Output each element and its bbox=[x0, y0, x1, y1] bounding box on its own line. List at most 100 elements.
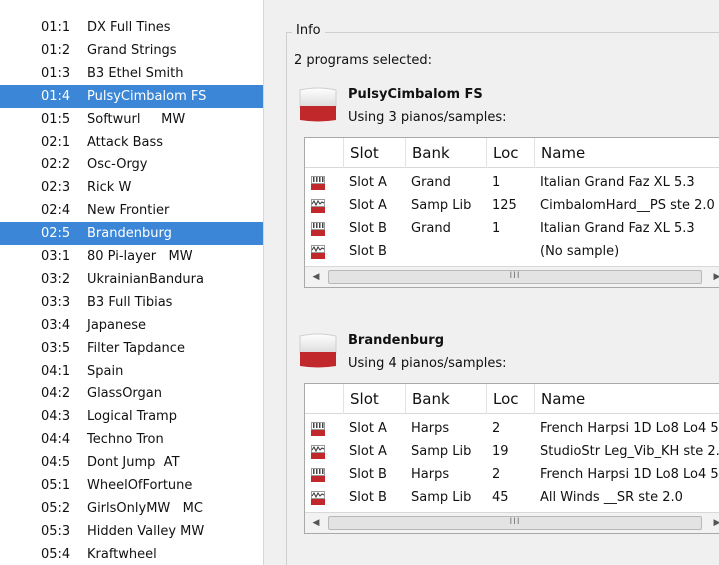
scroll-thumb[interactable]: III bbox=[328, 270, 702, 284]
program-name: Japanese bbox=[87, 317, 147, 333]
table-row[interactable]: Slot B Harps 2 French Harpsi 1D Lo8 Lo4 5.0 bbox=[305, 463, 719, 486]
horizontal-scrollbar[interactable]: ◀III ▶ bbox=[305, 266, 719, 287]
program-list-item[interactable]: 01:5 Softwurl MW bbox=[0, 108, 263, 131]
program-list-item[interactable]: 03:2 UkrainianBandura bbox=[0, 268, 263, 291]
cell-slot: Slot B bbox=[349, 244, 387, 259]
program-list-item[interactable]: 01:2 Grand Strings bbox=[0, 39, 263, 62]
program-list-item[interactable]: 04:2 GlassOrgan bbox=[0, 382, 263, 405]
table-row[interactable]: Slot A Samp Lib 19 StudioStr Leg_Vib_KH ste… bbox=[305, 440, 719, 463]
column-header-name[interactable]: Name bbox=[534, 138, 719, 168]
program-name: Filter Tapdance bbox=[87, 340, 185, 356]
scroll-thumb[interactable]: III bbox=[328, 516, 702, 530]
table-row[interactable]: Slot A Harps 2 French Harpsi 1D Lo8 Lo4 5.0 bbox=[305, 417, 719, 440]
cell-loc: 125 bbox=[492, 198, 517, 213]
panel-splitter[interactable] bbox=[263, 0, 273, 565]
program-name: Techno Tron bbox=[87, 432, 164, 448]
program-list-item[interactable]: 05:2 GirlsOnlyMW MC bbox=[0, 497, 263, 520]
program-number: 02:5 bbox=[41, 226, 71, 242]
column-header-bank[interactable]: Bank bbox=[405, 138, 486, 168]
program-number: 05:2 bbox=[41, 500, 71, 516]
program-list-item[interactable]: 02:1 Attack Bass bbox=[0, 131, 263, 154]
program-number: 01:3 bbox=[41, 65, 71, 81]
program-list-item[interactable]: 04:4 Techno Tron bbox=[0, 428, 263, 451]
selected-summary: 2 programs selected: bbox=[294, 53, 433, 68]
cell-slot: Slot A bbox=[349, 421, 387, 436]
program-name: Dont Jump AT bbox=[87, 455, 180, 471]
scroll-right-icon[interactable]: ▶ bbox=[708, 513, 719, 533]
piano-icon bbox=[311, 467, 325, 482]
program-number: 05:3 bbox=[41, 523, 71, 539]
table-row[interactable]: Slot A Samp Lib 125 CimbalomHard__PS ste 2.… bbox=[305, 194, 719, 217]
program-list-item[interactable]: 05:4 Kraftwheel bbox=[0, 543, 263, 565]
program-number: 03:2 bbox=[41, 271, 71, 287]
program-info-block: PulsyCimbalom FS Using 3 pianos/samples: S… bbox=[297, 87, 719, 307]
cell-bank: Grand bbox=[411, 221, 451, 236]
program-list[interactable]: 01:1 DX Full Tines 01:2 Grand Strings 01:3 B3… bbox=[0, 0, 263, 565]
program-name: DX Full Tines bbox=[87, 20, 171, 35]
cell-loc: 19 bbox=[492, 444, 509, 459]
program-name: Logical Tramp bbox=[87, 409, 177, 425]
program-name: Kraftwheel bbox=[87, 546, 157, 562]
program-list-item[interactable]: 02:4 New Frontier bbox=[0, 199, 263, 222]
program-number: 05:4 bbox=[41, 546, 71, 562]
program-list-item[interactable]: 05:1 WheelOfFortune bbox=[0, 474, 263, 497]
scroll-left-icon[interactable]: ◀ bbox=[307, 513, 325, 533]
piano-icon bbox=[311, 421, 325, 436]
program-name: 80 Pi-layer MW bbox=[87, 249, 193, 264]
cell-loc: 2 bbox=[492, 421, 501, 436]
program-list-item[interactable]: 01:3 B3 Ethel Smith bbox=[0, 62, 263, 85]
program-list-item[interactable]: 05:3 Hidden Valley MW bbox=[0, 520, 263, 543]
nord-program-icon bbox=[299, 333, 337, 369]
cell-slot: Slot A bbox=[349, 444, 387, 459]
program-list-item[interactable]: 03:5 Filter Tapdance bbox=[0, 337, 263, 360]
cell-name: Italian Grand Faz XL 5.3 bbox=[540, 221, 695, 236]
scroll-right-icon[interactable]: ▶ bbox=[708, 267, 719, 287]
program-number: 01:2 bbox=[41, 42, 71, 58]
program-number: 01:5 bbox=[41, 111, 71, 127]
program-list-item[interactable]: 02:3 Rick W bbox=[0, 176, 263, 199]
sample-icon bbox=[311, 490, 325, 505]
column-header-slot[interactable]: Slot bbox=[343, 138, 405, 168]
cell-name: CimbalomHard__PS ste 2.0 bbox=[540, 198, 715, 213]
program-list-item[interactable]: 04:3 Logical Tramp bbox=[0, 405, 263, 428]
cell-name: (No sample) bbox=[540, 244, 620, 259]
cell-bank: Samp Lib bbox=[411, 490, 472, 505]
program-number: 03:4 bbox=[41, 317, 71, 333]
column-header-loc[interactable]: Loc bbox=[486, 384, 534, 414]
program-list-item[interactable]: 04:1 Spain bbox=[0, 360, 263, 383]
program-number: 04:1 bbox=[41, 363, 71, 379]
horizontal-scrollbar[interactable]: ◀III ▶ bbox=[305, 512, 719, 533]
program-number: 04:2 bbox=[41, 386, 71, 402]
program-number: 05:1 bbox=[41, 478, 71, 493]
program-list-item[interactable]: 04:5 Dont Jump AT bbox=[0, 451, 263, 474]
table-row[interactable]: Slot A Grand 1 Italian Grand Faz XL 5.3 bbox=[305, 171, 719, 194]
program-name: Spain bbox=[87, 363, 124, 379]
program-name: Softwurl MW bbox=[87, 111, 186, 127]
sample-icon bbox=[311, 444, 325, 459]
program-name: Brandenburg bbox=[87, 226, 172, 242]
samples-table[interactable]: Slot Bank Loc Name Slot A Harps 2 French Harpsi… bbox=[304, 383, 719, 534]
samples-table[interactable]: Slot Bank Loc Name Slot A Grand 1 Italian Grand… bbox=[304, 137, 719, 288]
program-number: 02:3 bbox=[41, 180, 71, 196]
program-list-item[interactable]: 03:1 80 Pi-layer MW bbox=[0, 245, 263, 268]
column-header-name[interactable]: Name bbox=[534, 384, 719, 414]
program-number: 01:1 bbox=[41, 20, 71, 35]
column-header-slot[interactable]: Slot bbox=[343, 384, 405, 414]
sample-icon bbox=[311, 244, 325, 259]
samples-count-label: Using 3 pianos/samples: bbox=[348, 110, 507, 125]
scroll-left-icon[interactable]: ◀ bbox=[307, 267, 325, 287]
program-list-item[interactable]: 02:5 Brandenburg bbox=[0, 222, 263, 246]
cell-loc: 1 bbox=[492, 175, 501, 190]
program-list-item[interactable]: 02:2 Osc-Orgy bbox=[0, 153, 263, 176]
program-list-item[interactable]: 01:4 PulsyCimbalom FS bbox=[0, 84, 263, 108]
table-row[interactable]: Slot B Grand 1 Italian Grand Faz XL 5.3 bbox=[305, 217, 719, 240]
program-title: Brandenburg bbox=[348, 333, 445, 348]
program-list-item[interactable]: 01:1 DX Full Tines bbox=[0, 16, 263, 39]
table-header: Slot Bank Loc Name bbox=[305, 138, 719, 168]
program-list-item[interactable]: 03:3 B3 Full Tibias bbox=[0, 291, 263, 314]
table-row[interactable]: Slot B Samp Lib 45 All Winds __SR ste 2.0 bbox=[305, 486, 719, 509]
program-list-item[interactable]: 03:4 Japanese bbox=[0, 314, 263, 337]
table-row[interactable]: Slot B (No sample) bbox=[305, 240, 719, 263]
column-header-loc[interactable]: Loc bbox=[486, 138, 534, 168]
column-header-bank[interactable]: Bank bbox=[405, 384, 486, 414]
